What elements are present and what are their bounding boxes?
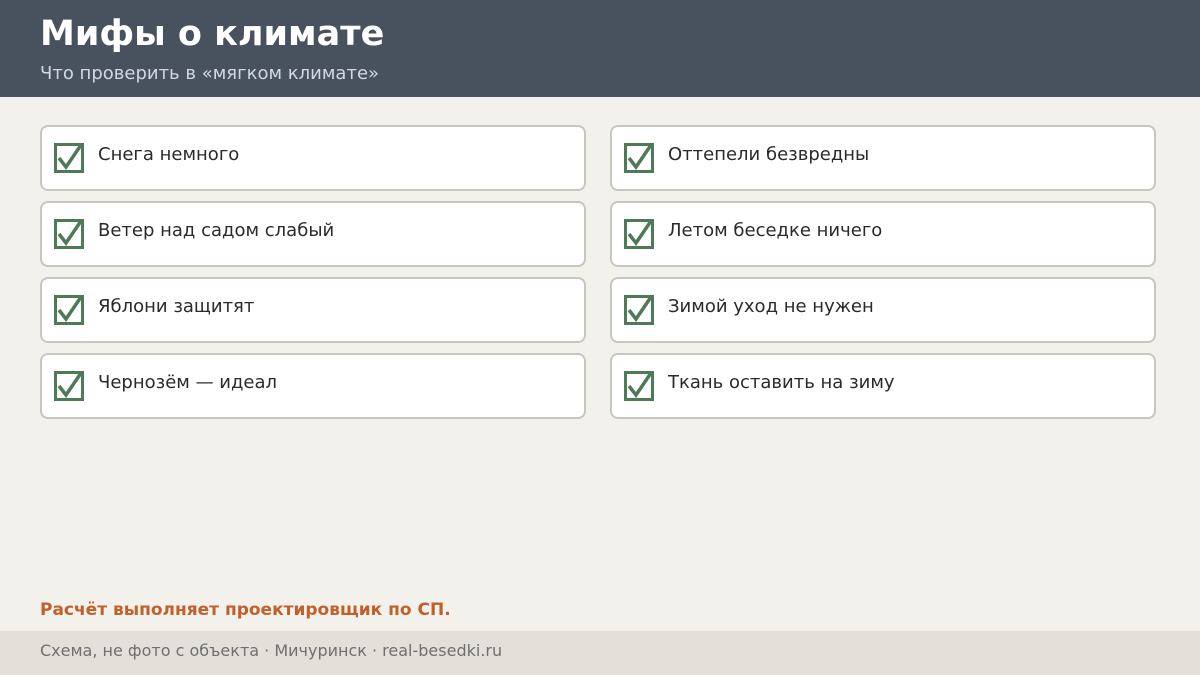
disclaimer-note: Расчёт выполняет проектировщик по СП. — [40, 600, 451, 620]
checklist-item-label: Зимой уход не нужен — [668, 296, 874, 317]
checklist-item: Летом беседке ничего — [610, 201, 1156, 267]
checklist-item: Оттепели безвредны — [610, 125, 1156, 191]
checklist-item-label: Яблони защитят — [98, 296, 255, 317]
page-title: Мифы о климате — [40, 14, 385, 54]
checklist-item-label: Летом беседке ничего — [668, 220, 883, 241]
checkbox-checked-icon — [624, 371, 654, 401]
checklist-item: Чернозём — идеал — [40, 353, 586, 419]
checkbox-checked-icon — [54, 371, 84, 401]
checklist-item-label: Ветер над садом слабый — [98, 220, 335, 241]
checklist-item: Яблони защитят — [40, 277, 586, 343]
checklist-item: Ткань оставить на зиму — [610, 353, 1156, 419]
checkbox-checked-icon — [624, 295, 654, 325]
checklist-item-label: Чернозём — идеал — [98, 372, 278, 393]
checklist-item-label: Снега немного — [98, 144, 240, 165]
page-subtitle: Что проверить в «мягком климате» — [40, 63, 380, 84]
checkbox-checked-icon — [54, 143, 84, 173]
checkbox-checked-icon — [54, 219, 84, 249]
footer-text: Схема, не фото с объекта · Мичуринск · r… — [40, 641, 503, 660]
checkbox-checked-icon — [54, 295, 84, 325]
checklist-item: Зимой уход не нужен — [610, 277, 1156, 343]
myth-checklist: Снега немного Оттепели безвредны Ветер н… — [40, 125, 1156, 419]
checklist-item: Снега немного — [40, 125, 586, 191]
checklist-item-label: Оттепели безвредны — [668, 144, 870, 165]
footer-bar: Схема, не фото с объекта · Мичуринск · r… — [0, 631, 1200, 675]
checkbox-checked-icon — [624, 143, 654, 173]
checklist-item: Ветер над садом слабый — [40, 201, 586, 267]
checklist-item-label: Ткань оставить на зиму — [668, 372, 895, 393]
header-bar: Мифы о климате Что проверить в «мягком к… — [0, 0, 1200, 97]
checkbox-checked-icon — [624, 219, 654, 249]
